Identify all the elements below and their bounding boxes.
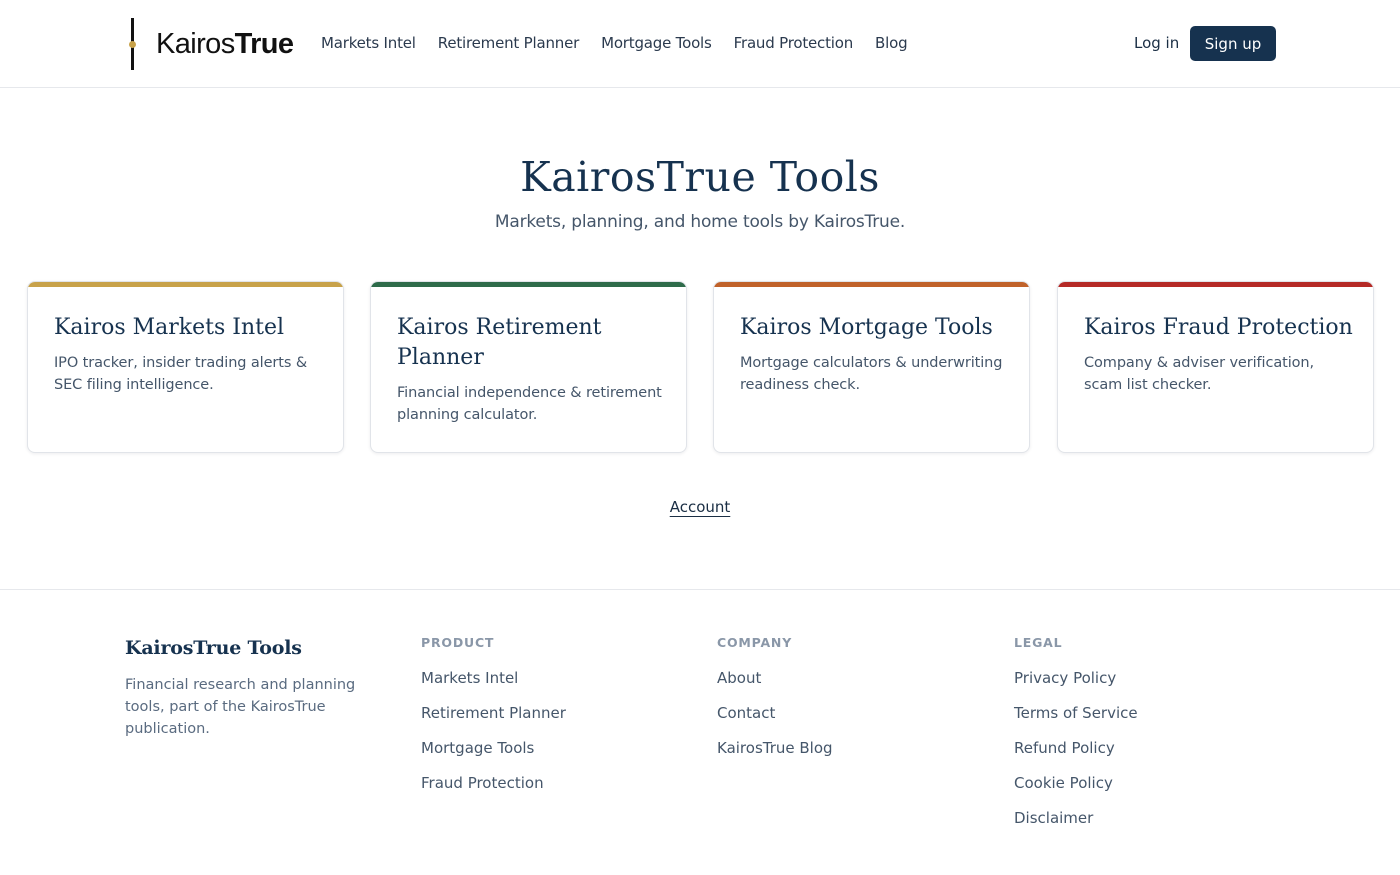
site-header: KairosTrue Markets Intel Retirement Plan… (0, 0, 1400, 88)
footer-brand: KairosTrue Tools (125, 637, 302, 659)
nav-blog[interactable]: Blog (875, 34, 908, 52)
nav-retirement-planner[interactable]: Retirement Planner (438, 34, 580, 52)
card-description: Company & adviser verification, scam lis… (1084, 355, 1315, 393)
signup-button[interactable]: Sign up (1190, 26, 1276, 61)
card-accent-bar (714, 282, 1029, 287)
page-subtitle: Markets, planning, and home tools by Kai… (494, 212, 906, 232)
card-mortgage-tools[interactable]: Kairos Mortgage Tools Mortgage calculato… (713, 281, 1030, 453)
footer-link-disclaimer[interactable]: Disclaimer (1014, 809, 1093, 827)
footer-col-company: COMPANY About Contact KairosTrue Blog (717, 635, 833, 773)
footer-description: Financial research and planning tools, p… (125, 677, 356, 737)
card-title: Kairos Fraud Protection (1084, 315, 1353, 340)
card-description: Mortgage calculators & underwriting read… (740, 355, 1003, 393)
footer-link-cookie-policy[interactable]: Cookie Policy (1014, 774, 1113, 792)
account-link[interactable]: Account (670, 498, 731, 516)
card-fraud-protection[interactable]: Kairos Fraud Protection Company & advise… (1057, 281, 1374, 453)
footer-link-retirement-planner[interactable]: Retirement Planner (421, 704, 566, 722)
card-title: Kairos Markets Intel (54, 315, 285, 340)
footer-col-heading: PRODUCT (421, 635, 495, 650)
card-accent-bar (371, 282, 686, 287)
card-markets-intel[interactable]: Kairos Markets Intel IPO tracker, inside… (27, 281, 344, 453)
footer-link-about[interactable]: About (717, 669, 761, 687)
footer-link-markets-intel[interactable]: Markets Intel (421, 669, 518, 687)
page-title: KairosTrue Tools (520, 153, 880, 201)
footer-col-heading: LEGAL (1014, 635, 1063, 650)
footer-col-heading: COMPANY (717, 635, 793, 650)
card-description: IPO tracker, insider trading alerts & SE… (54, 355, 308, 393)
card-title: Kairos Retirement Planner (397, 315, 602, 370)
site-footer: KairosTrue Tools Financial research and … (0, 589, 1400, 875)
footer-link-blog[interactable]: KairosTrue Blog (717, 739, 833, 757)
footer-col-product: PRODUCT Markets Intel Retirement Planner… (421, 635, 566, 808)
main-nav: Markets Intel Retirement Planner Mortgag… (321, 34, 908, 52)
card-retirement-planner[interactable]: Kairos Retirement Planner Financial inde… (370, 281, 687, 453)
footer-link-terms-of-service[interactable]: Terms of Service (1014, 704, 1138, 722)
nav-markets-intel[interactable]: Markets Intel (321, 34, 416, 52)
login-link[interactable]: Log in (1134, 34, 1179, 52)
footer-link-refund-policy[interactable]: Refund Policy (1014, 739, 1115, 757)
footer-link-privacy-policy[interactable]: Privacy Policy (1014, 669, 1116, 687)
nav-mortgage-tools[interactable]: Mortgage Tools (601, 34, 712, 52)
footer-link-fraud-protection[interactable]: Fraud Protection (421, 774, 544, 792)
card-title: Kairos Mortgage Tools (740, 315, 993, 340)
logo-dot-icon (129, 41, 136, 48)
footer-col-legal: LEGAL Privacy Policy Terms of Service Re… (1014, 635, 1138, 843)
card-description: Financial independence & retirement plan… (397, 385, 662, 423)
footer-link-contact[interactable]: Contact (717, 704, 775, 722)
nav-fraud-protection[interactable]: Fraud Protection (734, 34, 854, 52)
account-link-wrap: Account (0, 497, 1400, 516)
footer-link-mortgage-tools[interactable]: Mortgage Tools (421, 739, 534, 757)
logo-text: KairosTrue (156, 28, 294, 60)
card-accent-bar (1058, 282, 1373, 287)
card-accent-bar (28, 282, 343, 287)
